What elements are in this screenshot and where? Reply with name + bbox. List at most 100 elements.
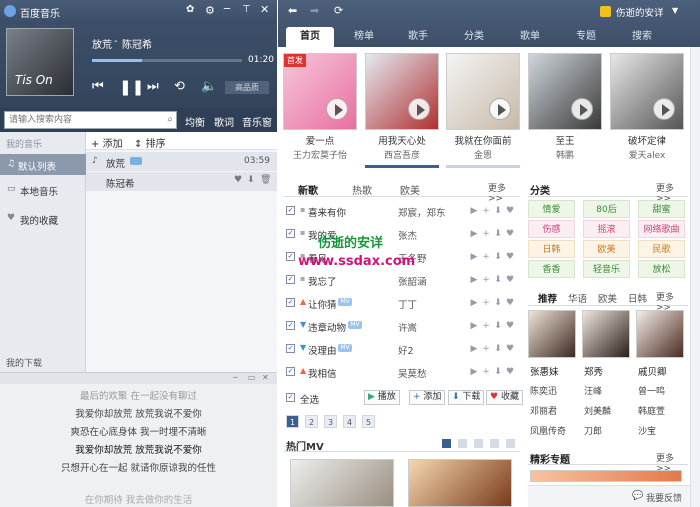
download-icon[interactable]: ⬇ [492,297,504,309]
banner-item[interactable] [365,53,439,130]
carousel-dot[interactable] [474,439,483,448]
chevron-down-icon[interactable]: ▼ [672,6,678,15]
category-item[interactable]: 摇滚 [583,220,630,238]
play-icon[interactable]: ▶ [468,320,480,332]
tab-recommend[interactable]: 推荐 [538,291,557,305]
play-icon[interactable]: ▶ [468,228,480,240]
banner-title[interactable]: 至王 [528,133,602,147]
heart-icon[interactable]: ♥ [504,251,516,263]
tab-artists[interactable]: 歌手 [394,27,442,47]
tab-western-songs[interactable]: 欧美 [400,182,420,197]
song-row[interactable]: ✓ ▲ 我相信 吴莫愁 ▶ + ⬇ ♥ [278,361,516,384]
heart-icon[interactable]: ♥ [504,320,516,332]
download-icon[interactable]: ⬇ [492,205,504,217]
scrollbar[interactable] [690,47,700,507]
category-item[interactable]: 放松 [638,260,685,278]
checkbox[interactable]: ✓ [286,206,295,215]
song-artist[interactable]: 丁丁 [398,297,417,311]
play-icon[interactable] [571,98,593,120]
artist-name[interactable]: 曾一鸣 [638,384,665,397]
close-icon[interactable]: ✕ [262,373,269,382]
page-button[interactable]: 5 [362,415,375,428]
delete-icon[interactable]: 🗑 [260,175,271,185]
checkbox[interactable]: ✓ [286,275,295,284]
play-icon[interactable]: ▶ [468,205,480,217]
mv-thumbnail[interactable] [290,459,394,507]
download-icon[interactable]: ⬇ [492,228,504,240]
favorite-all-button[interactable]: ♥ 收藏 [486,390,523,405]
play-icon[interactable]: ▶ [468,297,480,309]
tab-home[interactable]: 首页 [286,27,334,47]
banner-item[interactable] [446,53,520,130]
song-row[interactable]: ✓ ▼ 违章动物 MV 许嵩 ▶ + ⬇ ♥ [278,315,516,338]
banner-indicator[interactable] [365,165,439,168]
music-window-button[interactable]: 音乐窗 [242,114,272,129]
skin-icon[interactable]: ✿ [186,4,194,15]
add-all-button[interactable]: + 添加 [409,390,446,405]
category-item[interactable]: 民歌 [638,240,685,258]
search-input[interactable] [5,112,155,128]
artist-name[interactable]: 郑秀 [584,364,603,378]
category-item[interactable]: 欧美 [583,240,630,258]
sort-button[interactable]: ↕ 排序 [134,135,166,150]
repeat-icon[interactable]: ⟲ [174,79,185,94]
tab-topics[interactable]: 专题 [562,27,610,47]
add-icon[interactable]: + [480,228,492,240]
category-item[interactable]: 80后 [583,200,630,218]
heart-icon[interactable]: ♥ [504,297,516,309]
page-button[interactable]: 1 [286,415,299,428]
add-icon[interactable]: + [480,251,492,263]
prev-icon[interactable]: ⏮ [92,79,104,94]
page-button[interactable]: 3 [324,415,337,428]
sidebar-download[interactable]: 我的下载 [6,356,42,369]
close-icon[interactable]: ✕ [260,3,269,16]
category-item[interactable]: 情爱 [528,200,575,218]
refresh-icon[interactable]: ⟳ [334,4,343,17]
search-box[interactable]: ⌕ [4,111,177,129]
back-icon[interactable]: ⬅ [288,4,297,17]
lyrics-button[interactable]: 歌词 [214,114,234,129]
banner-subtitle[interactable]: 王力宏莫子怡 [283,148,357,161]
sidebar-item-default[interactable]: ♫ 默认列表 [0,154,86,175]
play-icon[interactable] [326,98,348,120]
playlist-row[interactable]: 陈冠希 ♥ ⬇ 🗑 [86,172,277,191]
category-item[interactable]: 轻音乐 [583,260,630,278]
song-title[interactable]: 喜来有你 [308,205,346,219]
carousel-dot[interactable] [490,439,499,448]
tab-categories[interactable]: 分类 [450,27,498,47]
banner-title[interactable]: 我就在你面前 [446,133,520,147]
play-icon[interactable]: ▶ [468,251,480,263]
banner-item[interactable]: 首发 [283,53,357,130]
restore-icon[interactable]: ▭ [248,373,256,382]
page-button[interactable]: 2 [305,415,318,428]
banner-subtitle[interactable]: 西宫吾彦 [365,148,439,161]
song-artist[interactable]: 好2 [398,343,414,357]
banner-indicator[interactable] [446,165,520,168]
song-title[interactable]: 我相信 [308,366,337,380]
banner-item[interactable] [610,53,684,130]
sidebar-item-favorites[interactable]: ♥ 我的收藏 [0,208,86,229]
tab-new-songs[interactable]: 新歌 [298,182,318,197]
special-banner[interactable] [530,470,682,482]
artist-name[interactable]: 韩庭萱 [638,404,665,417]
download-icon[interactable]: ⬇ [492,251,504,263]
checkbox[interactable]: ✓ [286,252,295,261]
song-artist[interactable]: 许嵩 [398,320,417,334]
tab-japan-korea[interactable]: 日韩 [628,291,647,305]
category-item[interactable]: 伤感 [528,220,575,238]
banner-subtitle[interactable]: 金恩 [446,148,520,161]
song-row[interactable]: ✓ ▲ 让你猜 MV 丁丁 ▶ + ⬇ ♥ [278,292,516,315]
banner-title[interactable]: 用我天心处 [365,133,439,147]
checkbox[interactable]: ✓ [286,298,295,307]
mv-badge[interactable]: MV [338,298,352,306]
tab-chinese[interactable]: 华语 [568,291,587,305]
checkbox[interactable]: ✓ [286,367,295,376]
artist-name[interactable]: 陈奕迅 [530,384,557,397]
play-icon[interactable]: ▶ [468,366,480,378]
tab-charts[interactable]: 榜单 [340,27,388,47]
song-artist[interactable]: 吴莫愁 [398,366,427,380]
mini-mode-icon[interactable]: ⊤ [242,4,251,15]
add-button[interactable]: + 添加 [91,135,123,150]
minimize-icon[interactable]: ─ [224,4,230,15]
play-icon[interactable] [653,98,675,120]
